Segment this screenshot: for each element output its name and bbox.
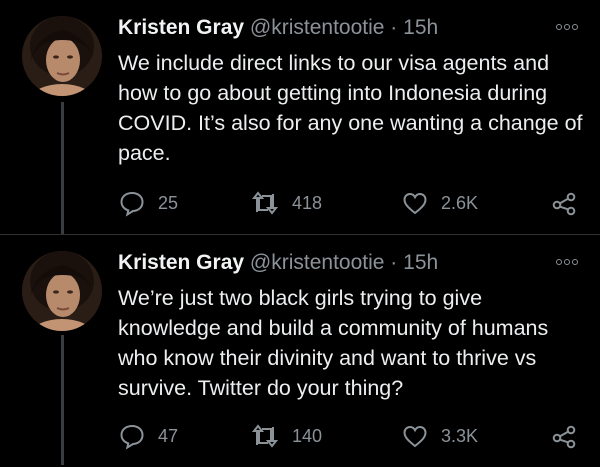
separator: · [390, 251, 398, 274]
like-count: 2.6K [441, 192, 479, 213]
avatar[interactable] [22, 16, 102, 96]
heart-icon [401, 189, 429, 217]
tweet-text: We include direct links to our visa agen… [118, 51, 583, 165]
reply-count: 47 [158, 425, 179, 446]
reply-count: 25 [158, 192, 179, 213]
retweet-button[interactable]: 140 [250, 420, 322, 452]
author-handle[interactable]: @kristentootie [250, 16, 385, 39]
retweet-button[interactable]: 418 [250, 187, 322, 219]
tweet-actions: 25 418 2.6K [118, 187, 588, 219]
author-name[interactable]: Kristen Gray [118, 251, 244, 274]
retweet-count: 418 [292, 192, 323, 213]
author-handle[interactable]: @kristentootie [250, 251, 385, 274]
share-icon [550, 189, 578, 217]
author-name[interactable]: Kristen Gray [118, 16, 244, 39]
heart-icon [401, 422, 429, 450]
timestamp[interactable]: 15h [403, 16, 438, 39]
like-count: 3.3K [441, 425, 479, 446]
more-icon[interactable] [556, 259, 578, 265]
more-icon[interactable] [556, 24, 578, 30]
tweet-header: Kristen Gray @kristentootie · 15h [118, 14, 438, 42]
share-button[interactable] [550, 187, 578, 219]
separator: · [390, 16, 398, 39]
thread-line [61, 335, 64, 465]
reply-button[interactable]: 25 [118, 187, 178, 219]
tweet-header: Kristen Gray @kristentootie · 15h [118, 249, 438, 277]
tweet[interactable]: Kristen Gray @kristentootie · 15h We inc… [0, 0, 600, 235]
retweet-icon [250, 422, 280, 450]
retweet-icon [250, 189, 280, 217]
thread-line [61, 102, 64, 235]
like-button[interactable]: 2.6K [401, 187, 478, 219]
avatar[interactable] [22, 251, 102, 331]
timestamp[interactable]: 15h [403, 251, 438, 274]
tweet[interactable]: Kristen Gray @kristentootie · 15h We’re … [0, 235, 600, 467]
retweet-count: 140 [292, 425, 323, 446]
reply-button[interactable]: 47 [118, 420, 178, 452]
tweet-actions: 47 140 3.3K [118, 420, 588, 452]
share-button[interactable] [550, 420, 578, 452]
like-button[interactable]: 3.3K [401, 420, 478, 452]
share-icon [550, 422, 578, 450]
reply-icon [118, 422, 146, 450]
reply-icon [118, 189, 146, 217]
tweet-text: We’re just two black girls trying to giv… [118, 286, 549, 400]
